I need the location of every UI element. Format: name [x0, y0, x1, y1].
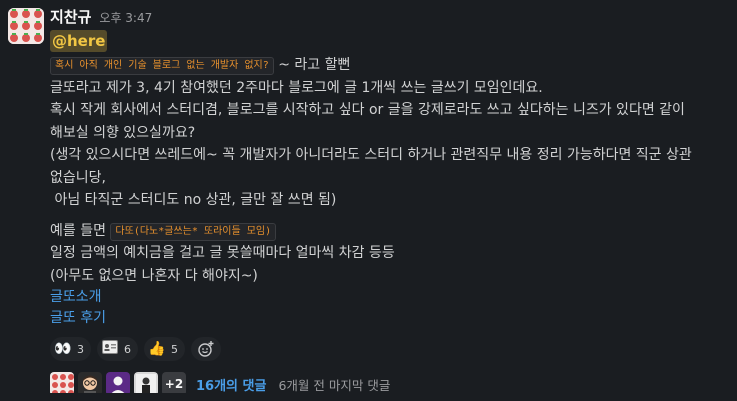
- reaction-count: 5: [171, 342, 178, 356]
- add-reaction-button[interactable]: [191, 337, 221, 361]
- body-line-3: 해보실 의향 있으실까요?: [50, 124, 196, 141]
- reactions-bar: 👀 3 6 👍 5: [50, 337, 729, 361]
- body-line-7: 일정 금액의 예치금을 걸고 글 못쓸때마다 얼마씩 차감 등등: [50, 245, 395, 261]
- body-line-6: 아님 타직군 스터디도 no 상관, 글만 잘 쓰면 됨): [50, 192, 337, 208]
- body-line-4: (생각 있으시다면 쓰레드에~ 꼭 개발자가 아니더라도 스터디 하거나 관련직…: [50, 147, 692, 163]
- body-line-5: 없습니당,: [50, 169, 106, 186]
- link-geulto-review[interactable]: 글또 후기: [50, 308, 106, 329]
- example-inline-code: 다또(다노*글쓰는* 또라이들 모임): [110, 222, 277, 241]
- body-line-8: (아무도 없으면 나혼자 다 해야지~): [50, 267, 258, 284]
- add-emoji-icon: [198, 341, 214, 357]
- reaction-count: 6: [124, 342, 131, 356]
- example-prefix: 예를 들면: [50, 222, 111, 239]
- last-reply-time: 6개월 전 마지막 댓글: [278, 377, 391, 393]
- reaction-count: 3: [77, 342, 84, 356]
- body-line-1: 글또라고 제가 3, 4기 참여했던 2주마다 블로그에 글 1개씩 쓰는 글쓰…: [50, 79, 543, 96]
- intro-inline-code: 혹시 아직 개인 기술 블로그 없는 개발자 없지?: [50, 57, 274, 75]
- reaction-eyes[interactable]: 👀 3: [50, 337, 91, 361]
- message-timestamp[interactable]: 오후 3:47: [99, 9, 152, 26]
- eyes-icon: 👀: [54, 341, 72, 357]
- author-avatar[interactable]: [8, 8, 44, 44]
- example-line: 예를 들면 다또(다노*글쓰는* 또라이들 모임): [50, 220, 729, 243]
- link-geulto-intro[interactable]: 글또소개: [50, 287, 102, 308]
- intro-suffix: ~ 라고 할뻔: [273, 57, 351, 73]
- id-card-icon: [101, 340, 119, 358]
- thumbs-up-icon: 👍: [148, 341, 166, 357]
- reaction-thumbs-up[interactable]: 👍 5: [144, 337, 185, 361]
- strawberry-pattern-icon: [8, 8, 44, 44]
- reply-count-link[interactable]: 16개의 댓글: [196, 375, 266, 394]
- reaction-id-card[interactable]: 6: [97, 337, 138, 361]
- author-name[interactable]: 지찬규: [50, 6, 91, 27]
- body-line-2: 혹시 작게 회사에서 스터디겸, 블로그를 시작하고 싶다 or 글을 강제로라…: [50, 102, 685, 118]
- intro-line: 혹시 아직 개인 기술 블로그 없는 개발자 없지? ~ 라고 할뻔: [50, 54, 729, 77]
- here-mention[interactable]: @here: [50, 30, 108, 52]
- next-message-edge: [0, 393, 737, 401]
- message: 지찬규 오후 3:47 @here 혹시 아직 개인 기술 블로그 없는 개발자…: [0, 0, 737, 396]
